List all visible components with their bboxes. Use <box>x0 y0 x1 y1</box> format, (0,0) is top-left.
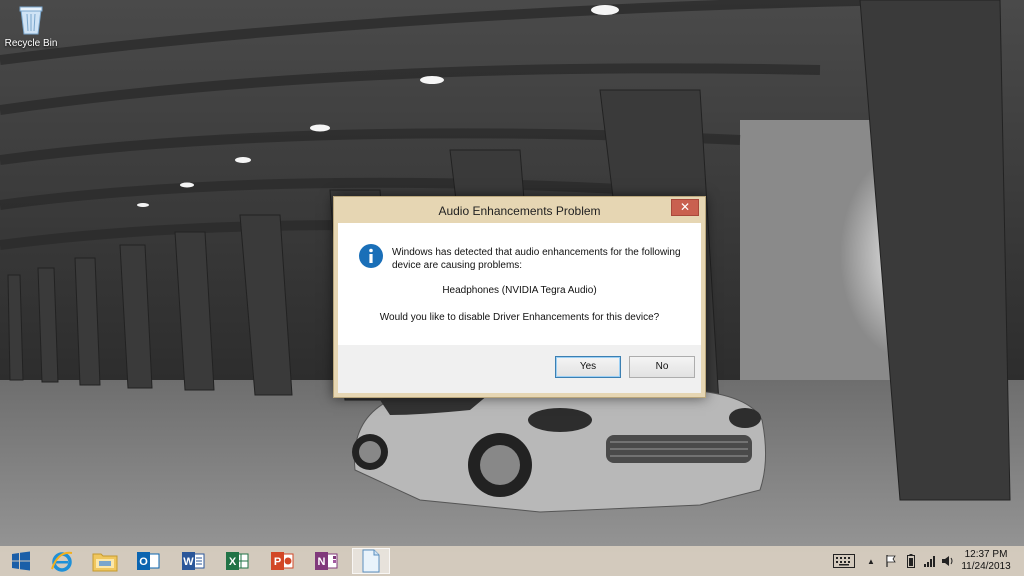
taskbar-file-explorer[interactable] <box>86 548 124 574</box>
signal-icon <box>924 556 935 567</box>
touch-keyboard-button[interactable] <box>832 546 856 576</box>
taskbar-outlook[interactable]: O <box>129 548 167 574</box>
taskbar-notepad[interactable] <box>352 548 390 574</box>
start-button[interactable] <box>2 548 40 574</box>
device-name: Headphones (NVIDIA Tegra Audio) <box>442 285 597 296</box>
recycle-bin-label: Recycle Bin <box>4 38 58 49</box>
powerpoint-icon: P <box>271 552 294 570</box>
no-button[interactable]: No <box>629 356 695 378</box>
volume-button[interactable] <box>940 546 956 576</box>
svg-text:N: N <box>318 556 326 568</box>
taskbar-excel[interactable]: X <box>218 548 256 574</box>
svg-text:P: P <box>274 556 281 568</box>
flag-icon <box>886 555 896 567</box>
clock-date: 11/24/2013 <box>961 561 1011 572</box>
dialog-message: Windows has detected that audio enhancem… <box>392 247 681 271</box>
keyboard-icon <box>833 554 855 568</box>
word-icon: W <box>182 552 205 570</box>
taskbar-internet-explorer[interactable] <box>43 548 81 574</box>
svg-text:W: W <box>183 556 194 568</box>
show-hidden-icons-button[interactable]: ▲ <box>864 546 878 576</box>
taskbar: O W X P N ▲ 12:37 PM 11/24/2013 <box>0 546 1024 576</box>
onenote-icon: N <box>315 552 338 570</box>
network-button[interactable] <box>922 546 938 576</box>
battery-button[interactable] <box>904 546 918 576</box>
taskbar-onenote[interactable]: N <box>307 548 345 574</box>
clock[interactable]: 12:37 PM 11/24/2013 <box>956 549 1016 573</box>
volume-icon <box>942 556 953 566</box>
clock-time: 12:37 PM <box>964 549 1008 560</box>
action-center-button[interactable] <box>884 546 898 576</box>
document-icon <box>362 549 380 573</box>
info-icon <box>359 244 383 268</box>
dialog-footer: Yes No <box>338 345 701 393</box>
windows-logo-icon <box>12 551 30 571</box>
svg-text:X: X <box>229 556 237 568</box>
recycle-bin[interactable]: Recycle Bin <box>4 2 58 49</box>
battery-icon <box>907 554 915 568</box>
recycle-bin-icon <box>19 6 43 35</box>
svg-text:O: O <box>139 556 148 568</box>
close-button[interactable]: ✕ <box>671 199 699 216</box>
excel-icon: X <box>226 552 249 570</box>
dialog-title: Audio Enhancements Problem <box>438 204 601 218</box>
dialog-content: Windows has detected that audio enhancem… <box>338 223 701 345</box>
internet-explorer-icon <box>51 551 73 572</box>
audio-enhancements-dialog: Audio Enhancements Problem ✕ Windows has… <box>333 196 706 398</box>
yes-button[interactable]: Yes <box>555 356 621 378</box>
outlook-icon: O <box>137 552 160 570</box>
taskbar-powerpoint[interactable]: P <box>263 548 301 574</box>
folder-icon <box>92 553 118 572</box>
taskbar-word[interactable]: W <box>174 548 212 574</box>
dialog-question: Would you like to disable Driver Enhance… <box>379 312 660 323</box>
